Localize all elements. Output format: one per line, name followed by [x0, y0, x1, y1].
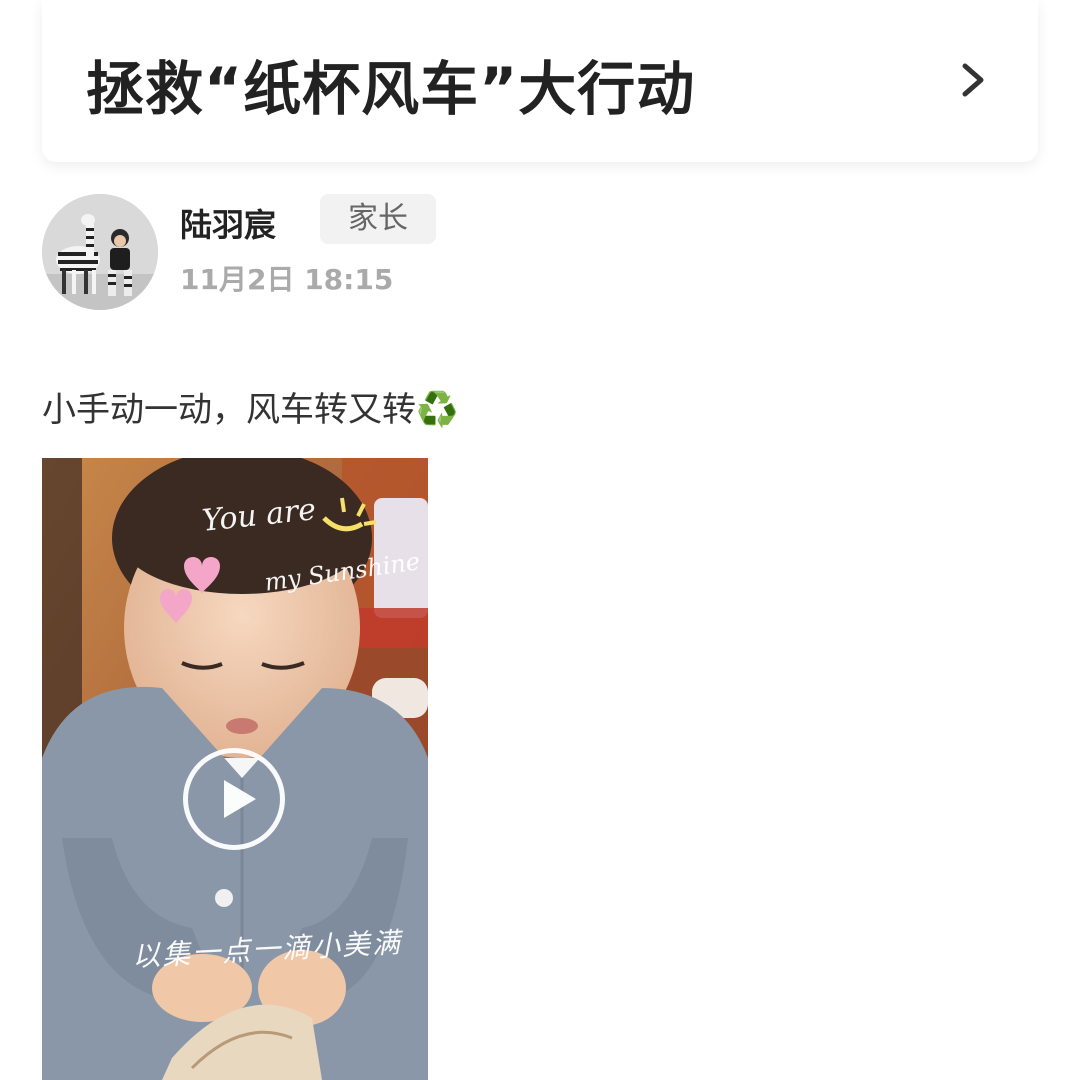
- play-icon: [224, 780, 256, 818]
- activity-title: 拯救“纸杯风车”大行动: [86, 55, 696, 123]
- avatar-image: [42, 194, 158, 310]
- activity-title-card[interactable]: 拯救“纸杯风车”大行动: [42, 0, 1038, 162]
- recycle-icon: ♻️: [416, 390, 459, 430]
- post-content: 小手动一动，风车转又转♻️: [42, 382, 458, 431]
- post-page: 拯救“纸杯风车”大行动 陆羽宸 家长 11月2日 18:15 小手动一动，风车转…: [0, 0, 1080, 1080]
- post-timestamp: 11月2日 18:15: [180, 263, 394, 296]
- chevron-right-icon[interactable]: [956, 58, 990, 102]
- play-button[interactable]: [183, 748, 285, 850]
- role-badge: 家长: [320, 194, 436, 244]
- avatar[interactable]: [42, 194, 158, 310]
- post-text: 小手动一动，风车转又转: [42, 390, 416, 430]
- author-name[interactable]: 陆羽宸: [180, 200, 276, 246]
- video-player[interactable]: You are my Sunshine 以集一点一滴小美满: [42, 458, 428, 1080]
